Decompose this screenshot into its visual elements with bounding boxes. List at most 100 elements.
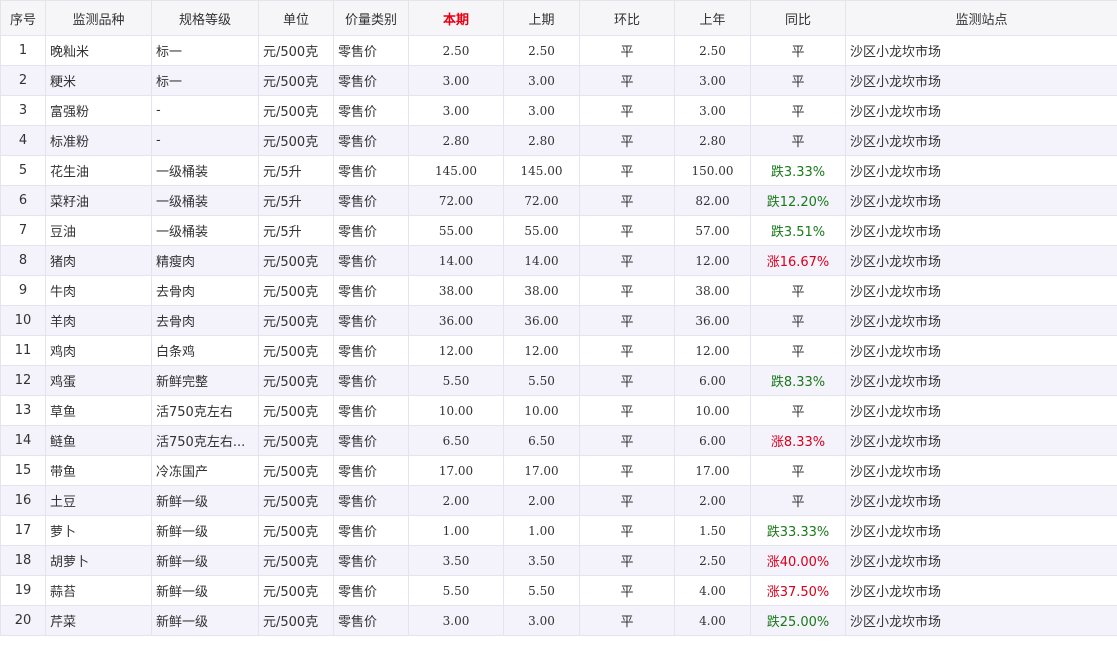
cell-last-year: 82.00 (674, 185, 751, 216)
table-row[interactable]: 5 花生油 一级桶装 元/5升 零售价 145.00 145.00 平 150.00 跌3.33%… (0, 155, 1117, 186)
table-row[interactable]: 17 萝卜 新鲜一级 元/500克 零售价 1.00 1.00 平 1.50 跌33.33% 沙区小… (0, 515, 1117, 546)
cell-last-year: 12.00 (674, 245, 751, 276)
cell-mom: 平 (579, 395, 675, 426)
cell-last-year: 36.00 (674, 305, 751, 336)
cell-type: 零售价 (333, 395, 409, 426)
header-last-year[interactable]: 上年 (674, 0, 751, 36)
cell-spec: 新鲜一级 (151, 605, 259, 636)
cell-previous: 55.00 (503, 215, 580, 246)
header-spec[interactable]: 规格等级 (151, 0, 259, 36)
cell-no: 16 (0, 485, 46, 516)
cell-name: 晚籼米 (45, 35, 152, 66)
cell-unit: 元/500克 (258, 425, 334, 456)
cell-current: 6.50 (408, 425, 504, 456)
cell-mom: 平 (579, 65, 675, 96)
header-unit[interactable]: 单位 (258, 0, 334, 36)
cell-yoy: 平 (750, 95, 846, 126)
cell-last-year: 3.00 (674, 65, 751, 96)
cell-current: 2.50 (408, 35, 504, 66)
cell-yoy: 涨8.33% (750, 425, 846, 456)
cell-previous: 3.00 (503, 65, 580, 96)
cell-last-year: 6.00 (674, 425, 751, 456)
cell-mom: 平 (579, 335, 675, 366)
cell-mom: 平 (579, 545, 675, 576)
cell-type: 零售价 (333, 95, 409, 126)
cell-no: 20 (0, 605, 46, 636)
cell-type: 零售价 (333, 605, 409, 636)
cell-site: 沙区小龙坎市场 (845, 245, 1117, 276)
table-row[interactable]: 13 草鱼 活750克左右 元/500克 零售价 10.00 10.00 平 10.00 平沙区小… (0, 395, 1117, 426)
cell-yoy: 跌25.00% (750, 605, 846, 636)
cell-current: 10.00 (408, 395, 504, 426)
cell-type: 零售价 (333, 125, 409, 156)
header-name[interactable]: 监测品种 (45, 0, 152, 36)
table-row[interactable]: 12 鸡蛋 新鲜完整 元/500克 零售价 5.50 5.50 平 6.00 跌8.33% 沙区小龙… (0, 365, 1117, 396)
cell-unit: 元/500克 (258, 365, 334, 396)
table-row[interactable]: 14 鲢鱼 活750克左右... 元/500克 零售价 6.50 6.50 平 6.00 涨8.3… (0, 425, 1117, 456)
cell-yoy: 涨37.50% (750, 575, 846, 606)
header-yoy[interactable]: 同比 (750, 0, 846, 36)
cell-type: 零售价 (333, 275, 409, 306)
cell-no: 10 (0, 305, 46, 336)
cell-name: 草鱼 (45, 395, 152, 426)
cell-name: 羊肉 (45, 305, 152, 336)
table-row[interactable]: 20 芹菜 新鲜一级 元/500克 零售价 3.00 3.00 平 4.00 跌25.00% 沙区小… (0, 605, 1117, 636)
header-type[interactable]: 价量类别 (333, 0, 409, 36)
table-row[interactable]: 8 猪肉 精瘦肉 元/500克 零售价 14.00 14.00 平 12.00 涨16.67% 沙区… (0, 245, 1117, 276)
cell-name: 猪肉 (45, 245, 152, 276)
table-row[interactable]: 18 胡萝卜 新鲜一级 元/500克 零售价 3.50 3.50 平 2.50 涨40.00% 沙区… (0, 545, 1117, 576)
table-row[interactable]: 2 粳米 标一 元/500克 零售价 3.00 3.00 平 3.00 平沙区小龙坎市场 (0, 65, 1117, 96)
cell-site: 沙区小龙坎市场 (845, 425, 1117, 456)
table-header: 序号 监测品种 规格等级 单位 价量类别 本期 上期 环比 上年 同比 监测站点 (0, 0, 1117, 36)
table-row[interactable]: 16 土豆 新鲜一级 元/500克 零售价 2.00 2.00 平 2.00 平沙区小龙坎市场 (0, 485, 1117, 516)
cell-site: 沙区小龙坎市场 (845, 95, 1117, 126)
cell-type: 零售价 (333, 455, 409, 486)
table-row[interactable]: 15 带鱼 冷冻国产 元/500克 零售价 17.00 17.00 平 17.00 平沙区小龙坎市… (0, 455, 1117, 486)
table-row[interactable]: 1 晚籼米 标一 元/500克 零售价 2.50 2.50 平 2.50 平沙区小龙坎市场 (0, 35, 1117, 66)
cell-unit: 元/500克 (258, 605, 334, 636)
cell-previous: 2.50 (503, 35, 580, 66)
cell-spec: 冷冻国产 (151, 455, 259, 486)
cell-type: 零售价 (333, 545, 409, 576)
cell-previous: 12.00 (503, 335, 580, 366)
cell-unit: 元/500克 (258, 575, 334, 606)
cell-last-year: 12.00 (674, 335, 751, 366)
cell-spec: 活750克左右 (151, 395, 259, 426)
cell-mom: 平 (579, 425, 675, 456)
cell-no: 18 (0, 545, 46, 576)
table-row[interactable]: 6 菜籽油 一级桶装 元/5升 零售价 72.00 72.00 平 82.00 跌12.20% 沙区… (0, 185, 1117, 216)
table-row[interactable]: 10 羊肉 去骨肉 元/500克 零售价 36.00 36.00 平 36.00 平沙区小龙坎市场 (0, 305, 1117, 336)
cell-no: 14 (0, 425, 46, 456)
header-previous[interactable]: 上期 (503, 0, 580, 36)
table-row[interactable]: 19 蒜苔 新鲜一级 元/500克 零售价 5.50 5.50 平 4.00 涨37.50% 沙区小… (0, 575, 1117, 606)
cell-name: 鲢鱼 (45, 425, 152, 456)
header-mom[interactable]: 环比 (579, 0, 675, 36)
cell-type: 零售价 (333, 215, 409, 246)
cell-unit: 元/500克 (258, 305, 334, 336)
table-row[interactable]: 3 富强粉 - 元/500克 零售价 3.00 3.00 平 3.00 平沙区小龙坎市场 (0, 95, 1117, 126)
cell-spec: 去骨肉 (151, 305, 259, 336)
header-site[interactable]: 监测站点 (845, 0, 1117, 36)
cell-spec: 新鲜一级 (151, 575, 259, 606)
table-row[interactable]: 7 豆油 一级桶装 元/5升 零售价 55.00 55.00 平 57.00 跌3.51% 沙区小龙… (0, 215, 1117, 246)
cell-name: 菜籽油 (45, 185, 152, 216)
cell-unit: 元/500克 (258, 335, 334, 366)
cell-last-year: 4.00 (674, 575, 751, 606)
cell-site: 沙区小龙坎市场 (845, 485, 1117, 516)
cell-mom: 平 (579, 485, 675, 516)
cell-mom: 平 (579, 455, 675, 486)
cell-previous: 3.50 (503, 545, 580, 576)
cell-yoy: 平 (750, 485, 846, 516)
cell-name: 带鱼 (45, 455, 152, 486)
cell-spec: 新鲜一级 (151, 515, 259, 546)
cell-current: 55.00 (408, 215, 504, 246)
table-row[interactable]: 4 标准粉 - 元/500克 零售价 2.80 2.80 平 2.80 平沙区小龙坎市场 (0, 125, 1117, 156)
cell-mom: 平 (579, 35, 675, 66)
header-no[interactable]: 序号 (0, 0, 46, 36)
table-row[interactable]: 9 牛肉 去骨肉 元/500克 零售价 38.00 38.00 平 38.00 平沙区小龙坎市场 (0, 275, 1117, 306)
table-row[interactable]: 11 鸡肉 白条鸡 元/500克 零售价 12.00 12.00 平 12.00 平沙区小龙坎市场 (0, 335, 1117, 366)
header-current[interactable]: 本期 (408, 0, 504, 36)
cell-type: 零售价 (333, 515, 409, 546)
cell-spec: 新鲜一级 (151, 545, 259, 576)
cell-no: 6 (0, 185, 46, 216)
